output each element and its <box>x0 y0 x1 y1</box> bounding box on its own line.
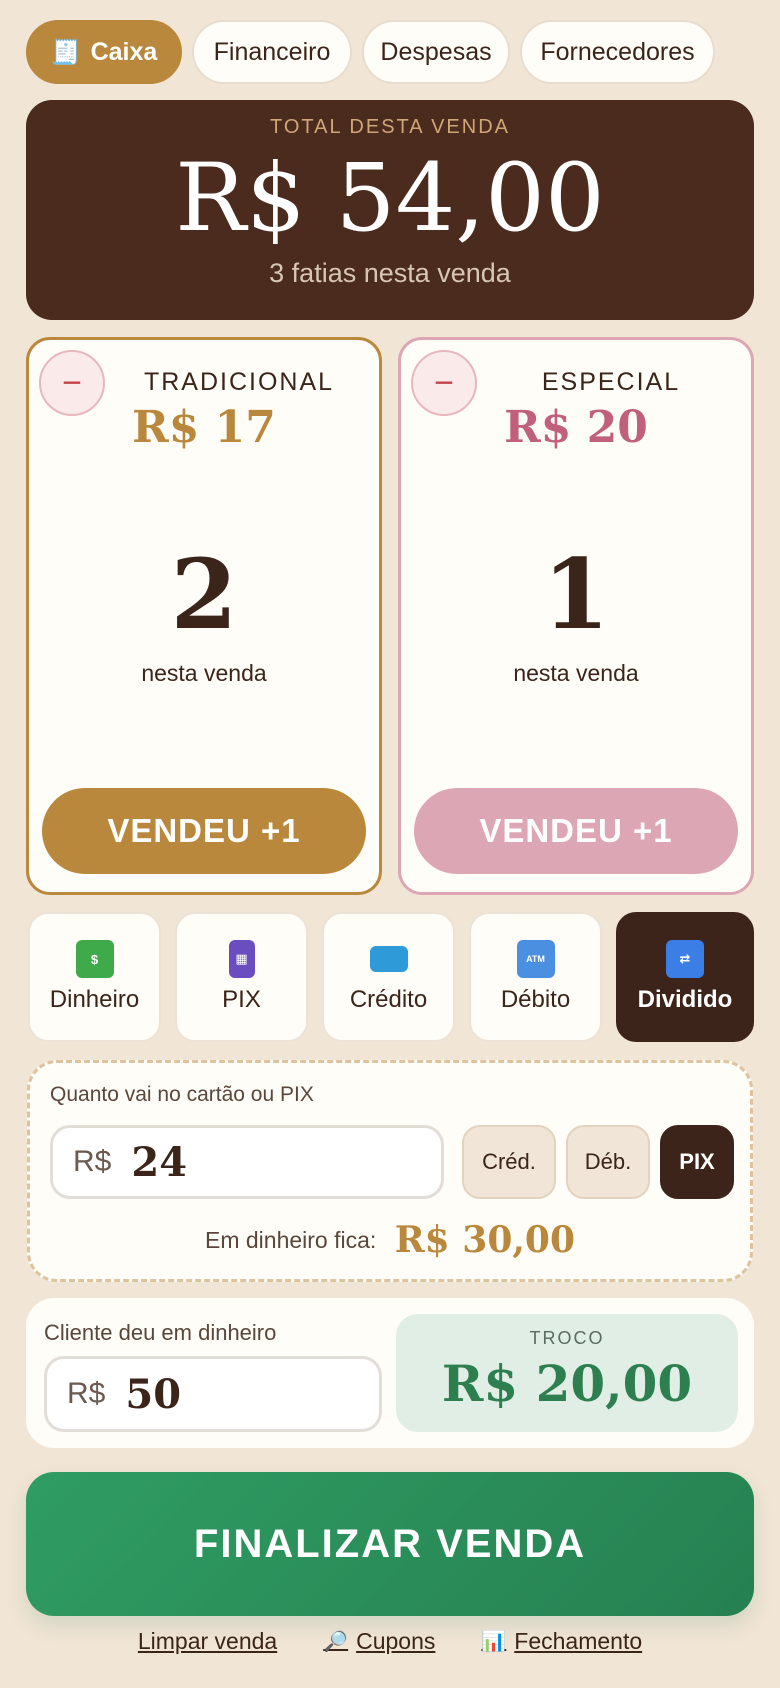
troco-label: TROCO <box>529 1328 605 1348</box>
payment-methods: $ Dinheiro ▦ PIX Crédito ATM Débito ⇄ Di… <box>28 912 754 1044</box>
split-type-pix-button[interactable]: PIX <box>660 1125 734 1199</box>
payment-debito[interactable]: ATM Débito <box>469 912 602 1042</box>
payment-dividido[interactable]: ⇄ Dividido <box>616 912 754 1042</box>
bar-chart-icon: 📊 <box>481 1631 507 1653</box>
product-count: 2 <box>170 538 238 651</box>
payment-label: Dinheiro <box>49 986 140 1013</box>
troco-box: TROCO R$ 20,00 <box>396 1314 738 1432</box>
cash-given-input[interactable]: R$ 50 <box>44 1356 382 1432</box>
link-label: Cupons <box>356 1628 436 1654</box>
product-card-tradicional: − TRADICIONAL R$ 17 2 nesta venda VENDEU… <box>26 337 382 895</box>
product-price: R$ 20 <box>504 402 648 453</box>
total-subtitle: 3 fatias nesta venda <box>269 258 511 288</box>
cash-given-value: 50 <box>125 1370 182 1418</box>
money-icon: $ <box>75 940 114 978</box>
tab-label: Despesas <box>380 37 492 66</box>
atm-icon: ATM <box>516 940 555 978</box>
total-label: TOTAL DESTA VENDA <box>270 116 510 138</box>
closing-link[interactable]: 📊 Fechamento <box>481 1628 642 1655</box>
troco-value: R$ 20,00 <box>441 1354 693 1413</box>
tab-financeiro[interactable]: Financeiro <box>192 20 352 84</box>
product-count-label: nesta venda <box>141 660 267 686</box>
sell-plus-one-button[interactable]: VENDEU +1 <box>42 788 366 874</box>
tab-despesas[interactable]: Despesas <box>362 20 510 84</box>
top-tabs: 🧾 Caixa Financeiro Despesas Fornecedores <box>26 20 754 84</box>
phone-icon: ▦ <box>228 940 255 978</box>
split-payment-section: Quanto vai no cartão ou PIX R$ 24 Créd. … <box>27 1060 753 1282</box>
split-type-debito-button[interactable]: Déb. <box>566 1125 650 1199</box>
shuffle-icon: ⇄ <box>666 940 704 978</box>
footer-links: Limpar venda 🔎 Cupons 📊 Fechamento <box>0 1628 780 1655</box>
change-section: Cliente deu em dinheiro R$ 50 TROCO R$ 2… <box>26 1298 754 1448</box>
payment-label: Débito <box>500 986 571 1013</box>
product-price: R$ 17 <box>132 402 276 453</box>
product-count: 1 <box>542 538 610 651</box>
cash-given-label: Cliente deu em dinheiro <box>44 1320 277 1345</box>
split-cash-label: Em dinheiro fica: <box>205 1226 377 1253</box>
receipt-icon: 🧾 <box>50 38 81 66</box>
split-amount-label: Quanto vai no cartão ou PIX <box>50 1083 314 1106</box>
split-amount-input[interactable]: R$ 24 <box>50 1125 444 1199</box>
tab-caixa[interactable]: 🧾 Caixa <box>26 20 182 84</box>
credit-card-icon <box>369 946 408 972</box>
currency-prefix: R$ <box>67 1377 106 1410</box>
tab-label: Fornecedores <box>540 37 695 66</box>
tab-label: Financeiro <box>213 37 331 66</box>
payment-pix[interactable]: ▦ PIX <box>175 912 308 1042</box>
link-label: Limpar venda <box>137 1628 278 1654</box>
payment-label: Crédito <box>349 986 428 1013</box>
split-cash-summary: Em dinheiro fica: R$ 30,00 <box>30 1219 750 1261</box>
currency-prefix: R$ <box>73 1145 112 1178</box>
product-card-especial: − ESPECIAL R$ 20 1 nesta venda VENDEU +1 <box>398 337 754 895</box>
product-name: TRADICIONAL <box>143 368 335 396</box>
split-type-credito-button[interactable]: Créd. <box>462 1125 556 1199</box>
payment-dinheiro[interactable]: $ Dinheiro <box>28 912 161 1042</box>
sell-plus-one-button[interactable]: VENDEU +1 <box>414 788 738 874</box>
payment-credito[interactable]: Crédito <box>322 912 455 1042</box>
product-count-label: nesta venda <box>513 660 639 686</box>
sale-total-card: TOTAL DESTA VENDA R$ 54,00 3 fatias nest… <box>26 100 754 320</box>
payment-label: PIX <box>222 986 261 1013</box>
magnifier-icon: 🔎 <box>323 1631 349 1653</box>
tab-label: Caixa <box>90 37 158 66</box>
split-amount-value: 24 <box>131 1138 188 1186</box>
payment-label: Dividido <box>637 986 733 1013</box>
link-label: Fechamento <box>514 1628 643 1654</box>
finalize-sale-button[interactable]: FINALIZAR VENDA <box>26 1472 754 1616</box>
product-name: ESPECIAL <box>541 368 681 396</box>
clear-sale-link[interactable]: Limpar venda <box>138 1628 277 1655</box>
total-value: R$ 54,00 <box>175 144 605 253</box>
coupons-link[interactable]: 🔎 Cupons <box>323 1628 435 1655</box>
split-cash-value: R$ 30,00 <box>394 1219 575 1261</box>
tab-fornecedores[interactable]: Fornecedores <box>520 20 715 84</box>
